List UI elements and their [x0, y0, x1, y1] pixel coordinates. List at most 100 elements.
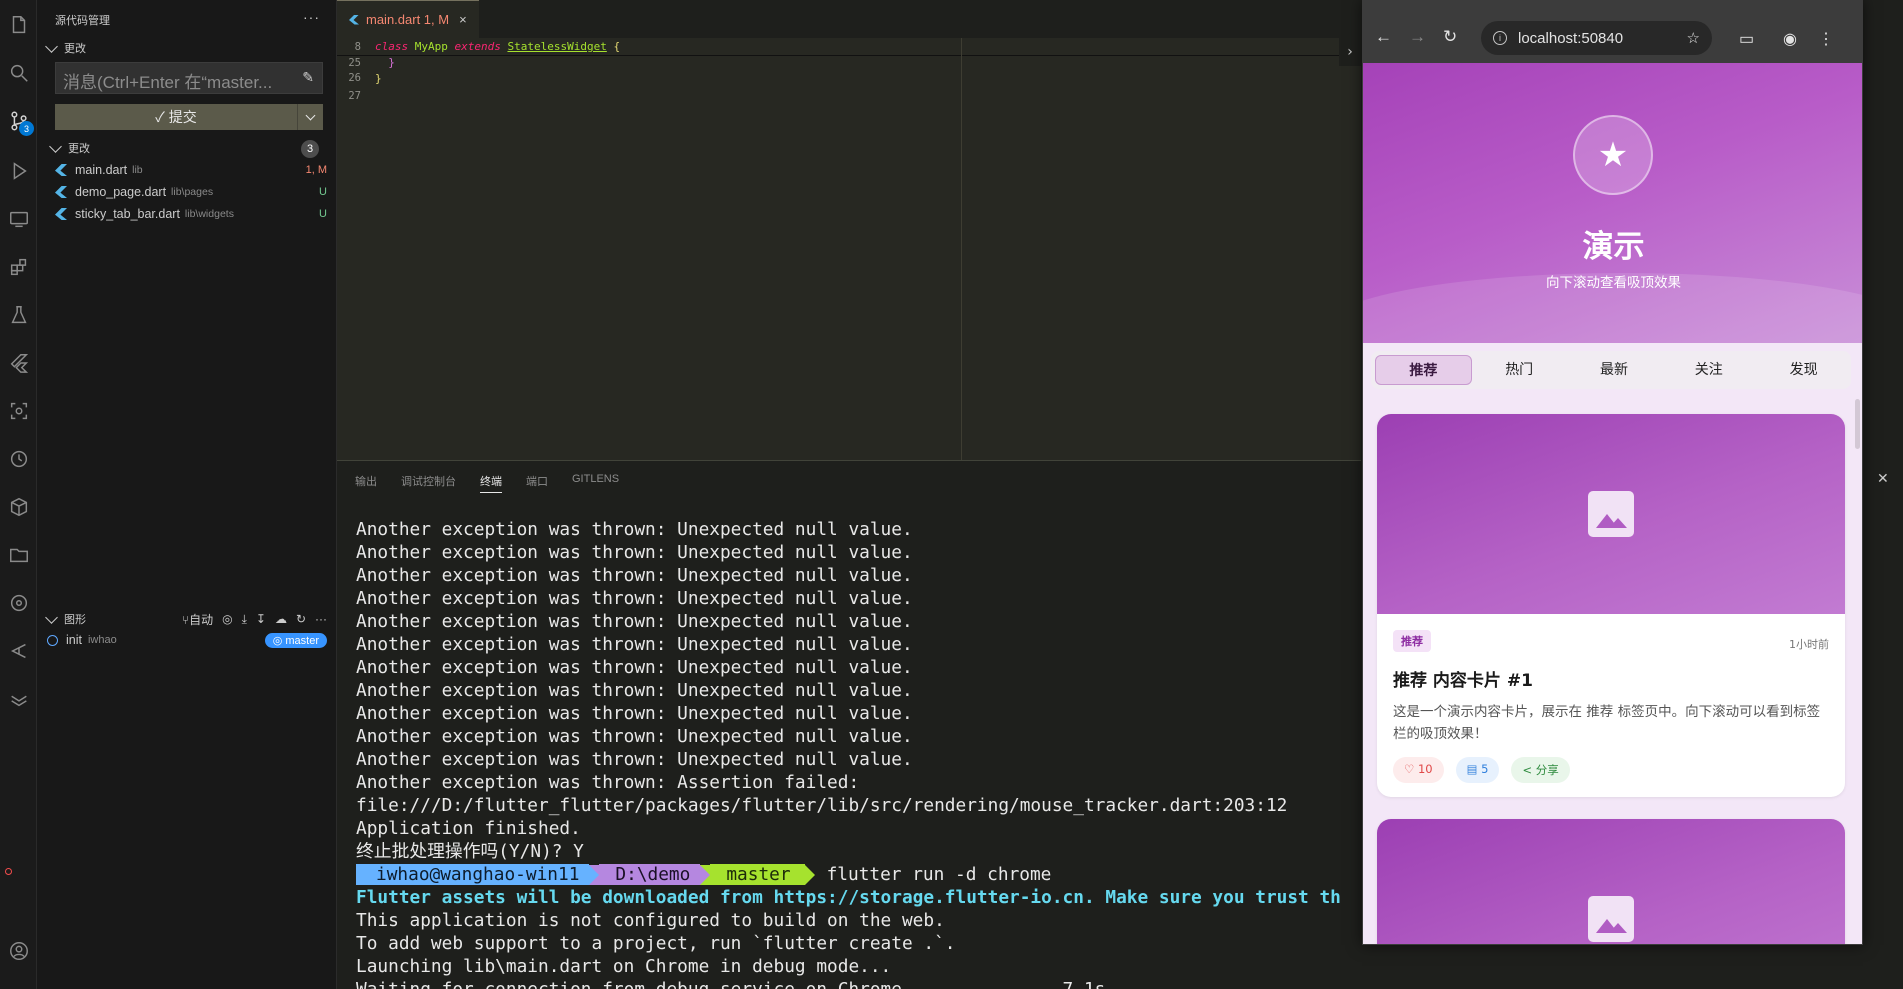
- changed-file-row[interactable]: main.dart lib 1, M: [55, 160, 327, 180]
- file-name: main.dart: [75, 163, 128, 177]
- class-name: MyApp: [414, 40, 448, 53]
- pull-icon[interactable]: ↧: [256, 612, 266, 626]
- powerline-separator: [700, 864, 711, 885]
- content-card[interactable]: 推荐 1小时前 推荐 内容卡片 #1 这是一个演示内容卡片，展示在 推荐 标签页…: [1377, 414, 1845, 797]
- content-card[interactable]: [1377, 819, 1845, 944]
- commit-dropdown-button[interactable]: [297, 104, 323, 130]
- prompt-git-branch: master: [710, 864, 805, 885]
- timeline-icon[interactable]: [6, 446, 32, 472]
- graph-commit-row[interactable]: init iwhao ◎ master: [41, 630, 333, 650]
- profile-icon[interactable]: ◉: [1783, 29, 1797, 49]
- tab-latest[interactable]: 最新: [1567, 355, 1662, 385]
- code-line[interactable]: 25 }: [337, 56, 1339, 69]
- dart-file-icon: [55, 164, 67, 176]
- extensions-icon[interactable]: [6, 254, 32, 280]
- line-number: 26: [348, 72, 361, 84]
- back-icon[interactable]: ←: [1375, 27, 1392, 47]
- chrome-menu-icon[interactable]: ⋮: [1818, 29, 1834, 49]
- package-icon[interactable]: [6, 494, 32, 520]
- explorer-icon[interactable]: [6, 12, 32, 38]
- sparkle-icon[interactable]: ✎: [302, 69, 314, 86]
- terminal-line: Application finished.: [356, 818, 581, 839]
- bookmark-star-icon[interactable]: ☆: [1687, 29, 1700, 47]
- changes-header-label: 更改: [64, 43, 86, 55]
- cloud-sync-icon[interactable]: ☁: [275, 612, 287, 626]
- tab-main-dart[interactable]: main.dart 1, M ×: [337, 0, 479, 38]
- dart-file-icon: [55, 208, 67, 220]
- changes-group-header[interactable]: 更改 3: [41, 140, 333, 158]
- card-image: [1377, 414, 1845, 614]
- target-icon[interactable]: ◎: [222, 612, 232, 626]
- comment-button[interactable]: ▤ 5: [1455, 757, 1500, 783]
- prompt-user: iwhao@wanghao-win11: [356, 864, 590, 885]
- file-path: lib\pages: [171, 186, 214, 198]
- branch-name: master: [285, 634, 319, 647]
- share-button[interactable]: < 分享: [1511, 757, 1570, 783]
- gitlens-icon[interactable]: [6, 638, 32, 664]
- folder-icon[interactable]: [6, 542, 32, 568]
- remote-explorer-icon[interactable]: [6, 206, 32, 232]
- url-text: localhost:50840: [1518, 29, 1624, 47]
- branch-badge[interactable]: ◎ master: [264, 632, 327, 648]
- panel-tabs: 输出 调试控制台 终端 端口 GITLENS: [355, 473, 619, 493]
- terminal-line: Another exception was thrown: Unexpected…: [356, 611, 913, 632]
- graph-section-header[interactable]: 图形 ⑂自动 ◎ ⤓ ↧ ☁ ↻ ···: [41, 609, 333, 629]
- source-control-icon[interactable]: 3: [6, 108, 34, 136]
- code-line[interactable]: 27: [337, 87, 1339, 105]
- tab-output[interactable]: 输出: [355, 473, 377, 493]
- forward-icon[interactable]: →: [1409, 27, 1426, 47]
- testing-icon[interactable]: [6, 302, 32, 328]
- commit-message-placeholder: 消息(Ctrl+Enter 在“master...: [63, 73, 273, 92]
- git-commit-icon[interactable]: [6, 590, 32, 616]
- search-icon[interactable]: [6, 60, 32, 86]
- tab-recommend[interactable]: 推荐: [1375, 355, 1472, 385]
- changes-section-header[interactable]: 更改: [41, 40, 86, 56]
- file-status: U: [319, 186, 327, 198]
- account-icon[interactable]: [6, 938, 32, 964]
- tab-hot[interactable]: 热门: [1472, 355, 1567, 385]
- inspect-icon[interactable]: [6, 686, 32, 712]
- changed-file-row[interactable]: demo_page.dart lib\pages U: [55, 182, 327, 202]
- chevron-right-icon[interactable]: ›: [1339, 38, 1361, 66]
- cast-icon[interactable]: ▭: [1739, 29, 1754, 49]
- fetch-icon[interactable]: ⤓: [242, 612, 247, 627]
- scan-icon[interactable]: [6, 398, 32, 424]
- commit-button[interactable]: ✓ 提交: [55, 104, 323, 130]
- command-failed-icon[interactable]: [5, 868, 12, 875]
- star-icon: ★: [1573, 115, 1653, 195]
- sticky-scroll-line[interactable]: 8 class MyApp extends StatelessWidget {: [337, 38, 1339, 56]
- flutter-icon[interactable]: [6, 350, 32, 376]
- scrollbar[interactable]: [1855, 399, 1860, 449]
- close-panel-icon[interactable]: ✕: [1877, 471, 1889, 487]
- site-info-icon[interactable]: i: [1493, 31, 1507, 45]
- tab-discover[interactable]: 发现: [1756, 355, 1851, 385]
- graph-auto-label: 自动: [189, 612, 214, 627]
- like-button[interactable]: ♡ 10: [1393, 757, 1444, 783]
- address-bar[interactable]: i localhost:50840 ☆: [1481, 21, 1712, 55]
- graph-more-icon[interactable]: ···: [315, 612, 327, 626]
- more-actions-icon[interactable]: ···: [303, 9, 320, 25]
- close-icon[interactable]: ×: [459, 12, 467, 27]
- graph-auto-toggle[interactable]: ⑂自动: [182, 611, 213, 628]
- code-line[interactable]: 26 }: [337, 69, 1339, 87]
- terminal-output[interactable]: Another exception was thrown: Unexpected…: [356, 518, 1361, 989]
- editor-tab-bar: main.dart 1, M ×: [337, 0, 1361, 38]
- changed-file-row[interactable]: sticky_tab_bar.dart lib\widgets U: [55, 204, 327, 224]
- code-editor[interactable]: main.dart 1, M × 8 class MyApp extends S…: [337, 0, 1361, 460]
- changes-group-label: 更改: [68, 143, 90, 155]
- reload-icon[interactable]: ↻: [1443, 27, 1457, 47]
- commit-author: iwhao: [87, 634, 117, 646]
- tab-follow[interactable]: 关注: [1661, 355, 1756, 385]
- code-text: }: [375, 56, 395, 69]
- tab-debug-console[interactable]: 调试控制台: [401, 473, 456, 493]
- run-debug-icon[interactable]: [6, 158, 32, 184]
- commit-message-input[interactable]: 消息(Ctrl+Enter 在“master... ✎: [55, 62, 323, 94]
- tab-gitlens[interactable]: GITLENS: [572, 473, 619, 493]
- tab-ports[interactable]: 端口: [526, 473, 548, 493]
- chevron-down-icon: [49, 140, 62, 153]
- chevron-down-icon: [305, 110, 316, 120]
- code-area[interactable]: 8 class MyApp extends StatelessWidget { …: [337, 38, 1339, 105]
- refresh-icon[interactable]: ↻: [296, 612, 306, 626]
- changes-count-badge: 3: [301, 140, 319, 158]
- tab-terminal[interactable]: 终端: [480, 473, 502, 493]
